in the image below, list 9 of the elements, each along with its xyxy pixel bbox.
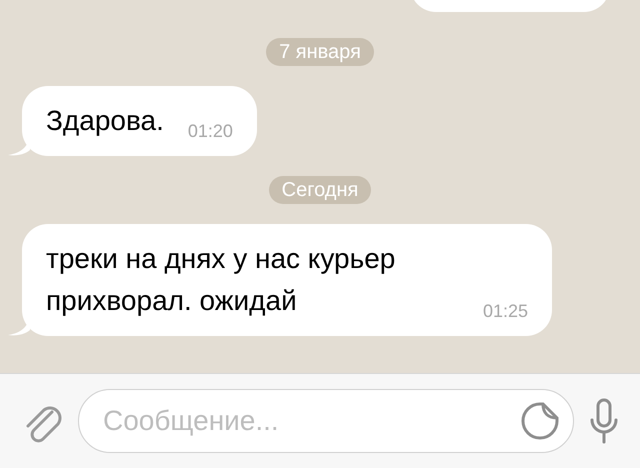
message-time: 01:20 <box>188 122 233 140</box>
microphone-icon[interactable] <box>590 398 618 444</box>
message-text: треки на днях у нас курьер прихворал. ожидай <box>46 243 396 316</box>
date-pill: Сегодня <box>268 176 372 204</box>
sticker-icon[interactable] <box>520 401 560 441</box>
message-text: Здарова. <box>46 105 164 136</box>
message-time: 01:25 <box>482 302 528 320</box>
date-pill: 7 января <box>266 38 374 66</box>
message-field[interactable]: Сообщение... <box>78 389 574 453</box>
